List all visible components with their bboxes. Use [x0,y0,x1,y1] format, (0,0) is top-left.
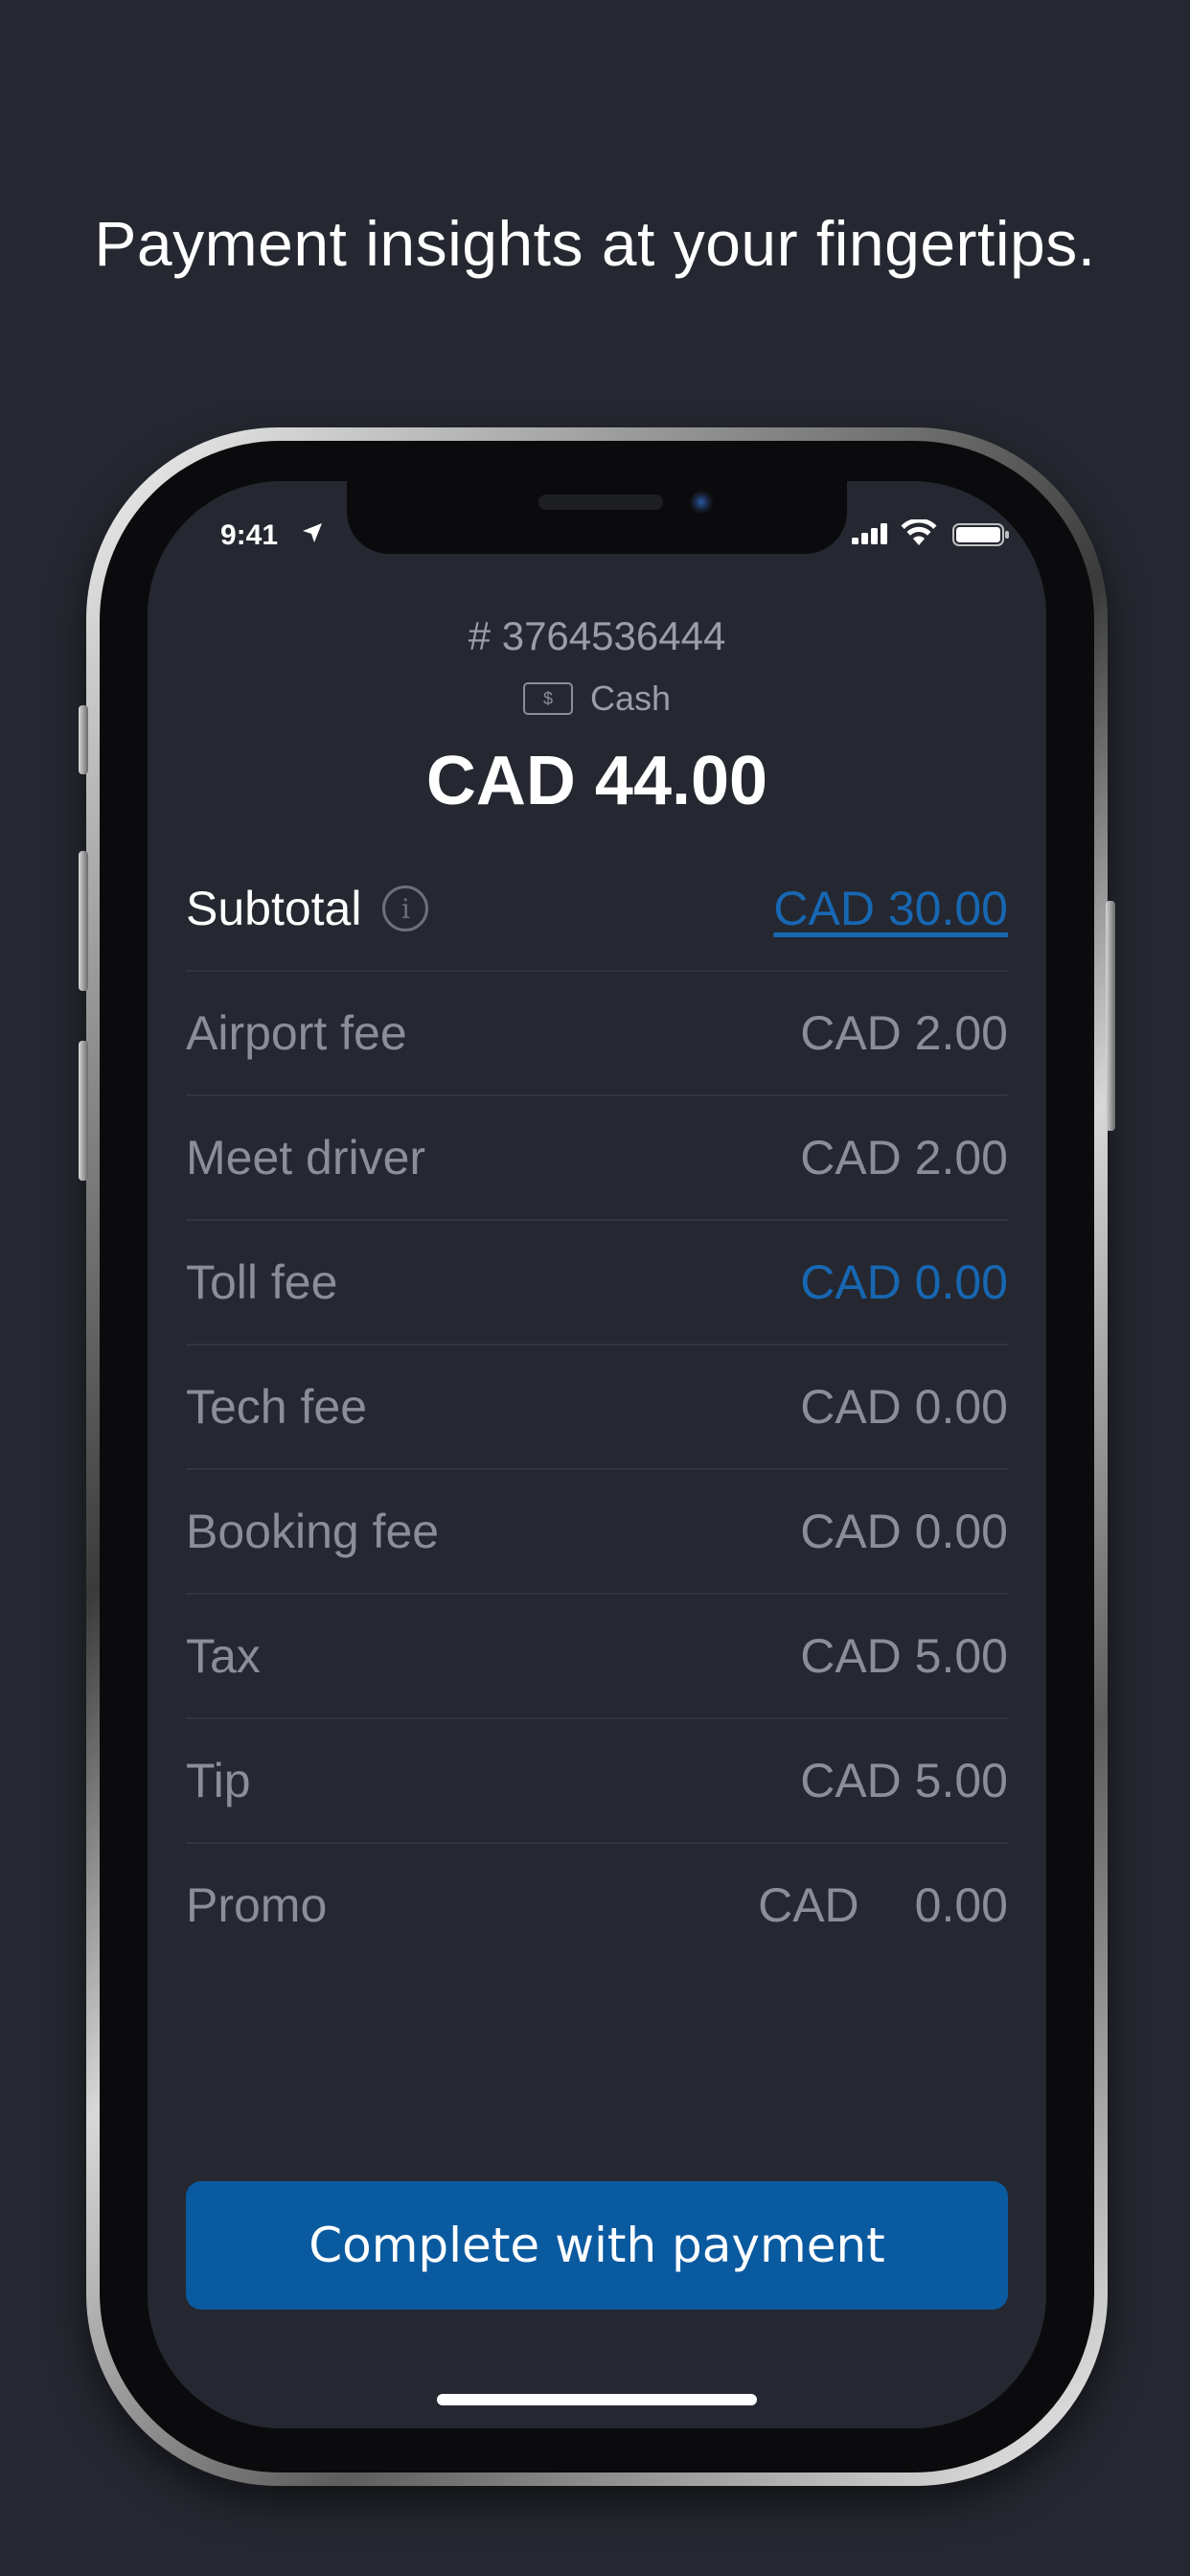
fee-row-meet-driver: Meet driver CAD 2.00 [186,1096,1008,1221]
payment-method-label: Cash [589,678,672,718]
fee-label: Promo [186,1878,328,1932]
fee-value: CAD 2.00 [800,1006,1008,1060]
cash-icon: $ [522,682,573,715]
phone-silent-switch [79,705,88,774]
fee-value: CAD 5.00 [800,1629,1008,1683]
total-amount: CAD 44.00 [425,743,768,819]
fee-label: Airport fee [186,1006,407,1060]
phone-volume-down-button [79,1041,88,1181]
subtotal-label-group: Subtotal i [186,881,429,936]
complete-with-payment-button[interactable]: Complete with payment [186,2181,1008,2310]
fee-row-airport: Airport fee CAD 2.00 [186,972,1008,1096]
fee-row-booking: Booking fee CAD 0.00 [186,1470,1008,1595]
phone-screen: 9:41 # 3764536444 $ Cash CAD 44.00 Subto… [148,481,1046,2428]
fee-label: Tax [186,1629,261,1683]
fee-row-promo: Promo CAD 0.00 [186,1844,1008,1966]
fee-row-tip: Tip CAD 5.00 [186,1719,1008,1844]
cellular-signal-icon [852,523,887,544]
fee-row-tax: Tax CAD 5.00 [186,1595,1008,1719]
fee-value: CAD 5.00 [800,1754,1008,1807]
fee-row-subtotal: Subtotal i CAD 30.00 [186,847,1008,972]
fee-label: Toll fee [186,1255,338,1309]
promo-amount: 0.00 [914,1878,1008,1932]
fee-value: CAD 2.00 [800,1131,1008,1184]
order-number: # 3764536444 [468,613,726,658]
battery-icon [952,523,1009,546]
phone-volume-up-button [79,851,88,991]
promo-value: CAD 0.00 [758,1877,1008,1933]
speaker-grille [538,494,663,510]
fee-value: CAD 0.00 [800,1380,1008,1434]
fee-value: CAD 0.00 [800,1505,1008,1558]
fee-label: Subtotal [186,882,362,935]
status-time: 9:41 [220,519,279,551]
marketing-headline: Payment insights at your fingertips. [94,208,1096,279]
fee-label: Tech fee [186,1380,368,1434]
info-icon[interactable]: i [382,886,429,932]
fee-row-toll: Toll fee CAD 0.00 [186,1221,1008,1346]
wifi-icon [901,519,937,545]
fee-label: Meet driver [186,1131,426,1184]
promo-currency: CAD [758,1878,859,1932]
front-camera [690,491,713,514]
toll-fee-value-link[interactable]: CAD 0.00 [800,1254,1008,1310]
fee-label: Booking fee [186,1505,440,1558]
location-arrow-icon [303,523,322,542]
payment-method: $ Cash [148,678,1046,719]
home-indicator[interactable] [437,2394,757,2405]
subtotal-value-link[interactable]: CAD 30.00 [773,881,1008,936]
fee-row-tech: Tech fee CAD 0.00 [186,1346,1008,1470]
phone-power-button [1106,901,1115,1131]
fee-breakdown-list: Subtotal i CAD 30.00 Airport fee CAD 2.0… [186,847,1008,1966]
phone-notch [347,481,847,554]
fee-label: Tip [186,1754,251,1807]
